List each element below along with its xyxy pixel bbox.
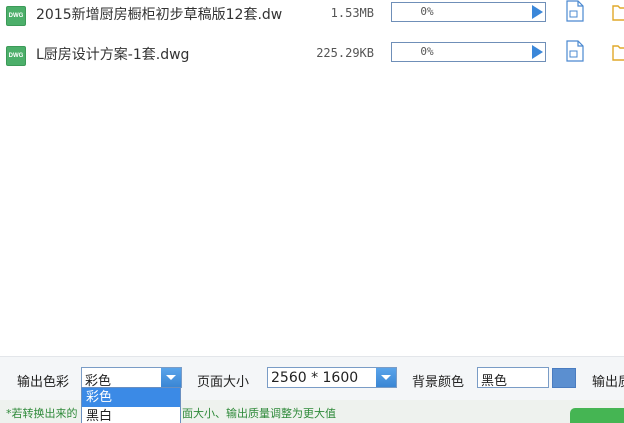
conversion-progress-bar: 0% xyxy=(391,2,546,22)
hint-text-right: 面大小、输出质量调整为更大值 xyxy=(182,407,336,420)
page-size-value: 2560 * 1600 xyxy=(271,370,359,386)
document-icon[interactable] xyxy=(566,40,584,62)
dropdown-option-color[interactable]: 彩色 xyxy=(82,388,180,407)
file-name: 2015新增厨房橱柜初步草稿版12套.dw xyxy=(36,7,283,23)
file-row[interactable]: DWG 2015新增厨房橱柜初步草稿版12套.dw 1.53MB 0% xyxy=(0,0,624,30)
progress-percent: 0% xyxy=(420,5,434,18)
folder-icon[interactable] xyxy=(612,3,624,21)
file-size: 225.29KB xyxy=(316,46,374,60)
output-color-select[interactable]: 彩色 xyxy=(81,367,182,389)
output-color-dropdown-list[interactable]: 彩色 黑白 xyxy=(81,387,181,423)
file-size: 1.53MB xyxy=(330,6,374,20)
hint-text-left: *若转换出来的 xyxy=(6,407,78,420)
color-picker-button[interactable] xyxy=(552,368,576,388)
document-icon[interactable] xyxy=(566,0,584,22)
dwg-file-icon: DWG xyxy=(6,6,26,26)
bg-color-value: 黑色 xyxy=(481,374,508,389)
bg-color-label: 背景颜色 xyxy=(412,375,465,390)
play-icon[interactable] xyxy=(532,45,543,59)
start-convert-button[interactable] xyxy=(570,408,624,423)
chevron-down-icon[interactable] xyxy=(161,368,181,387)
file-name: L厨房设计方案-1套.dwg xyxy=(36,47,190,63)
progress-percent: 0% xyxy=(420,45,434,58)
output-quality-label: 输出质 xyxy=(592,375,624,390)
play-icon[interactable] xyxy=(532,5,543,19)
bg-color-select[interactable]: 黑色 xyxy=(477,367,549,389)
folder-icon[interactable] xyxy=(612,43,624,61)
chevron-down-icon[interactable] xyxy=(376,368,396,387)
dwg-file-icon: DWG xyxy=(6,46,26,66)
dropdown-option-bw[interactable]: 黑白 xyxy=(82,407,180,423)
page-size-label: 页面大小 xyxy=(197,375,250,390)
output-color-label: 输出色彩 xyxy=(17,375,70,390)
page-size-select[interactable]: 2560 * 1600 xyxy=(267,367,397,388)
file-row[interactable]: DWG L厨房设计方案-1套.dwg 225.29KB 0% xyxy=(0,40,624,70)
conversion-progress-bar: 0% xyxy=(391,42,546,62)
